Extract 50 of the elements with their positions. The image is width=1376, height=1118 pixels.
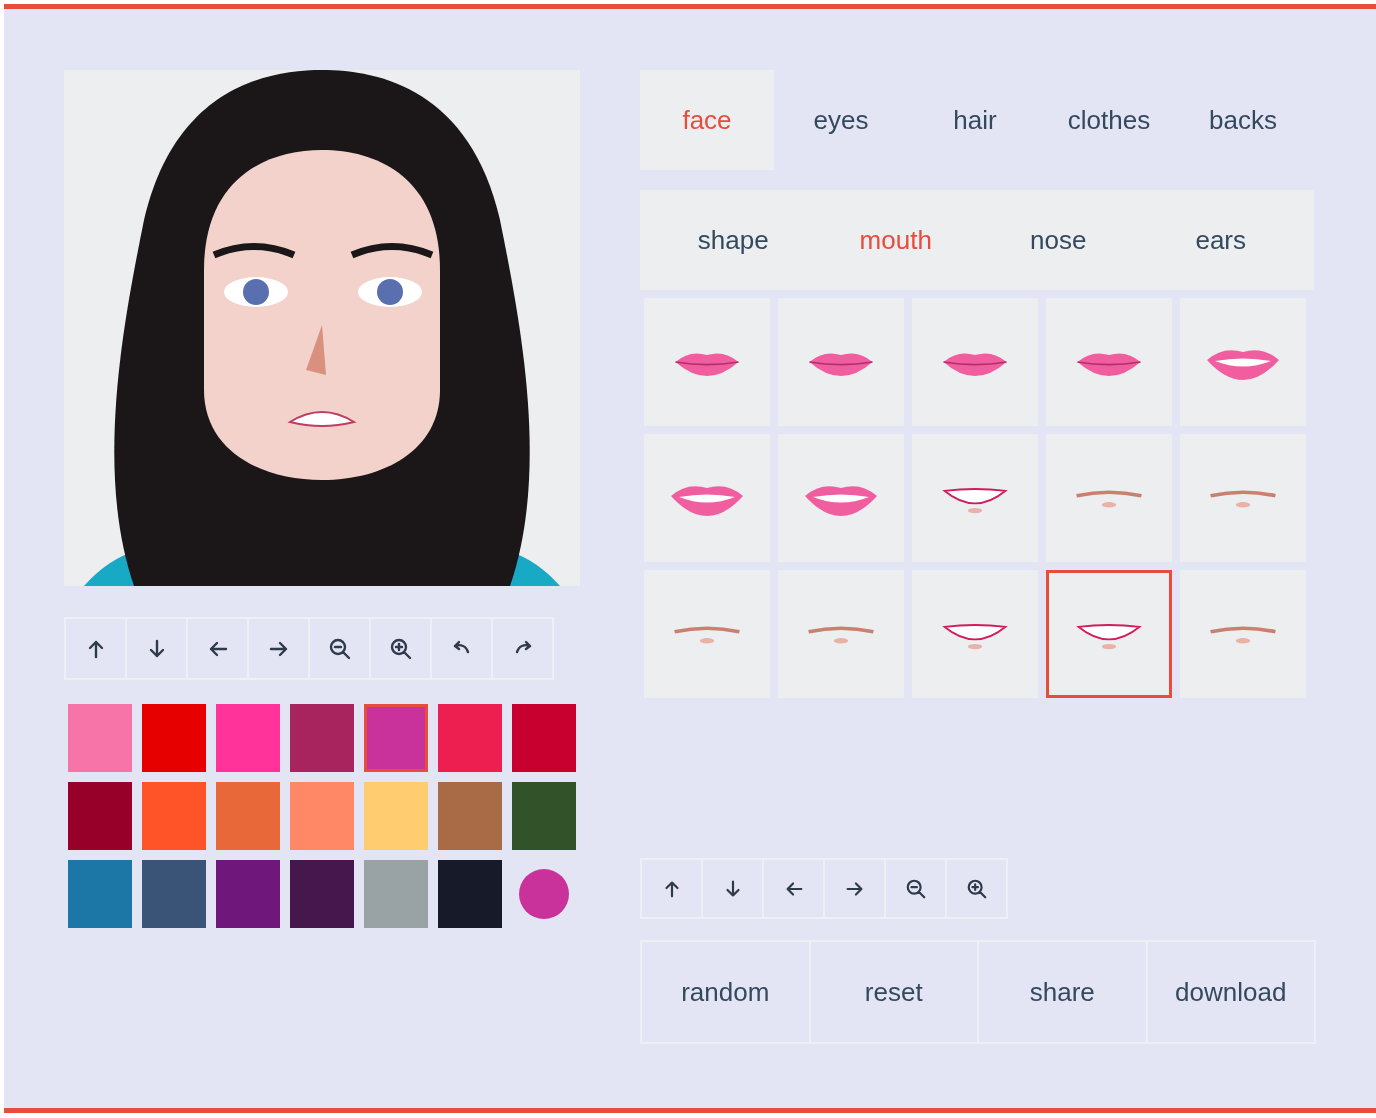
feature-tab[interactable]: shape <box>652 190 815 290</box>
mouth-option[interactable] <box>778 298 904 426</box>
color-swatch[interactable] <box>68 782 132 850</box>
toolbar-button[interactable] <box>884 858 947 919</box>
category-tab[interactable]: eyes <box>774 70 908 170</box>
color-swatch[interactable] <box>290 782 354 850</box>
mouth-option[interactable] <box>644 298 770 426</box>
color-swatch[interactable] <box>142 860 206 928</box>
color-swatch[interactable] <box>438 782 502 850</box>
category-tab[interactable]: clothes <box>1042 70 1176 170</box>
action-button[interactable]: reset <box>808 940 979 1044</box>
color-swatch[interactable] <box>364 782 428 850</box>
category-tab[interactable]: backs <box>1176 70 1310 170</box>
feature-tab[interactable]: nose <box>977 190 1140 290</box>
color-swatch[interactable] <box>512 782 576 850</box>
action-button[interactable]: share <box>977 940 1148 1044</box>
color-swatch[interactable] <box>290 860 354 928</box>
feature-tab[interactable]: ears <box>1139 190 1302 290</box>
mouth-option[interactable] <box>912 570 1038 698</box>
category-tab[interactable]: hair <box>908 70 1042 170</box>
zoom-in-icon <box>388 636 413 661</box>
color-swatch[interactable] <box>68 860 132 928</box>
zoom-out-icon <box>904 877 927 900</box>
toolbar-button[interactable] <box>945 858 1008 919</box>
toolbar-button[interactable] <box>369 617 432 680</box>
color-swatch[interactable] <box>68 704 132 772</box>
action-button[interactable]: random <box>640 940 811 1044</box>
color-swatch[interactable] <box>290 704 354 772</box>
color-swatch[interactable] <box>216 782 280 850</box>
color-swatch[interactable] <box>142 704 206 772</box>
mouth-option[interactable] <box>912 434 1038 562</box>
toolbar-button[interactable] <box>308 617 371 680</box>
color-swatch[interactable] <box>364 860 428 928</box>
color-swatch[interactable] <box>364 704 428 772</box>
color-swatch[interactable] <box>142 782 206 850</box>
mouth-option[interactable] <box>644 434 770 562</box>
action-button[interactable]: download <box>1145 940 1316 1044</box>
color-swatch[interactable] <box>512 704 576 772</box>
zoom-out-icon <box>327 636 352 661</box>
mouth-option[interactable] <box>1046 570 1172 698</box>
color-swatch[interactable] <box>216 704 280 772</box>
zoom-in-icon <box>965 877 988 900</box>
color-picker[interactable] <box>519 869 569 919</box>
color-swatch[interactable] <box>438 860 502 928</box>
color-swatch[interactable] <box>438 704 502 772</box>
color-swatch[interactable] <box>216 860 280 928</box>
mouth-option[interactable] <box>1046 298 1172 426</box>
mouth-option[interactable] <box>778 434 904 562</box>
mouth-option[interactable] <box>1180 298 1306 426</box>
mouth-option[interactable] <box>912 298 1038 426</box>
